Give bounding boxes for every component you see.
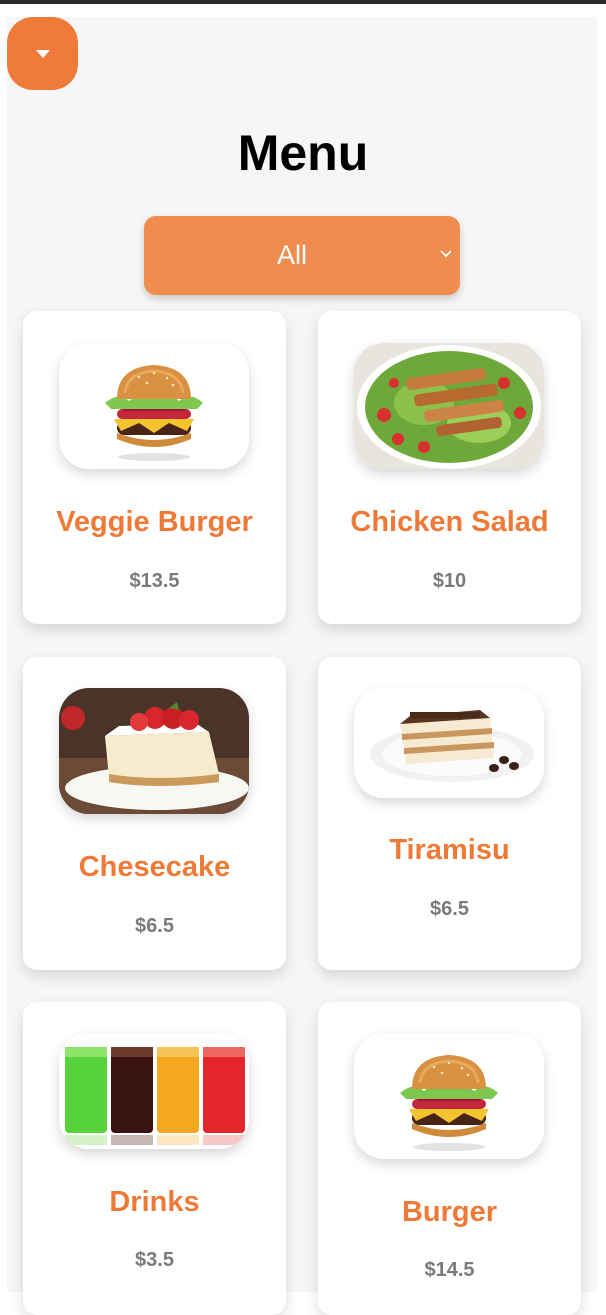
menu-item-name: Drinks — [109, 1186, 200, 1218]
menu-item-name: Burger — [401, 1196, 498, 1228]
menu-item-image — [354, 343, 544, 469]
caret-down-icon — [35, 49, 50, 58]
menu-item-card[interactable]: Veggie Burger $13.5 — [23, 311, 286, 624]
menu-item-card[interactable]: Burger $14.5 — [318, 1002, 581, 1315]
category-select-value: All — [276, 240, 307, 270]
menu-item-name: Veggie Burger — [56, 506, 253, 538]
menu-item-price: $14.5 — [424, 1259, 475, 1281]
chicken-salad-image — [354, 343, 544, 469]
menu-item-price: $3.5 — [135, 1249, 174, 1271]
menu-item-price: $6.5 — [135, 915, 174, 937]
menu-item-image — [354, 1033, 544, 1159]
menu-item-card[interactable]: Drinks $3.5 — [23, 1002, 286, 1315]
menu-item-image — [59, 343, 249, 469]
menu-item-card[interactable]: Chesecake $6.5 — [23, 657, 286, 970]
menu-item-image — [59, 1033, 249, 1149]
cheesecake-image — [59, 688, 249, 814]
menu-item-card[interactable]: Chicken Salad $10 — [318, 311, 581, 624]
drinks-image — [59, 1033, 249, 1149]
page-title: Menu — [237, 125, 369, 181]
menu-item-image — [354, 688, 544, 798]
menu-item-price: $6.5 — [430, 898, 469, 920]
menu-item-price: $10 — [432, 570, 467, 592]
tiramisu-image — [354, 688, 544, 798]
menu-item-price: $13.5 — [129, 570, 180, 592]
menu-toggle-button[interactable] — [7, 17, 78, 90]
burger-image — [354, 1033, 544, 1159]
top-border — [0, 0, 606, 4]
menu-item-name: Chicken Salad — [350, 506, 549, 538]
menu-item-name: Tiramisu — [389, 834, 510, 866]
burger-image — [59, 343, 249, 469]
category-select[interactable]: All — [144, 216, 460, 295]
menu-item-name: Chesecake — [78, 851, 231, 883]
menu-item-card[interactable]: Tiramisu $6.5 — [318, 657, 581, 970]
menu-item-image — [59, 688, 249, 814]
chevron-down-icon — [440, 250, 452, 258]
